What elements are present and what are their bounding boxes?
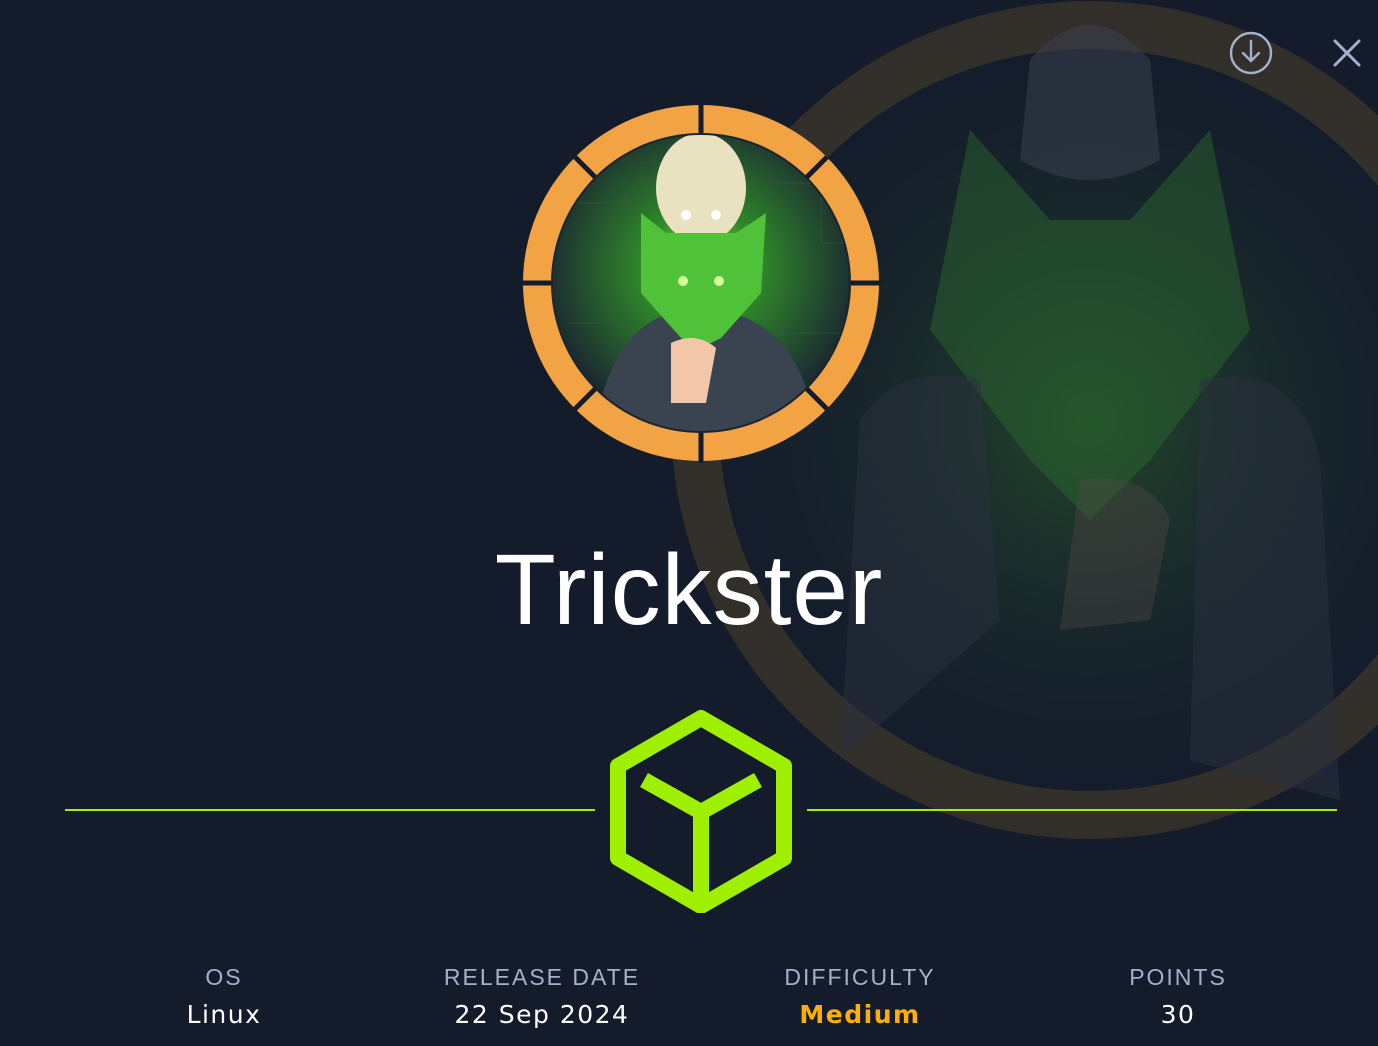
stat-points: POINTS 30 xyxy=(1028,962,1328,1032)
stat-difficulty-label: DIFFICULTY xyxy=(784,964,936,990)
stat-points-value: 30 xyxy=(1160,1000,1196,1029)
divider-line-left xyxy=(65,809,595,811)
close-icon xyxy=(1333,39,1361,67)
stat-difficulty-value: Medium xyxy=(799,1000,921,1029)
download-button[interactable] xyxy=(1226,28,1276,78)
stat-release-date: RELEASE DATE 22 Sep 2024 xyxy=(392,962,692,1032)
close-button[interactable] xyxy=(1324,30,1370,76)
stat-release-date-value: 22 Sep 2024 xyxy=(454,1000,630,1029)
machine-avatar xyxy=(521,103,881,463)
download-circle-icon xyxy=(1229,31,1273,75)
stat-difficulty: DIFFICULTY Medium xyxy=(710,962,1010,1032)
cube-icon xyxy=(610,710,792,913)
divider-line-right xyxy=(807,809,1337,811)
stat-release-date-label: RELEASE DATE xyxy=(443,964,641,990)
stat-os-label: OS xyxy=(205,964,243,990)
stat-os: OS Linux xyxy=(74,962,374,1032)
stat-os-value: Linux xyxy=(186,1000,262,1029)
machine-name: Trickster xyxy=(494,534,884,646)
stat-points-label: POINTS xyxy=(1129,964,1227,990)
